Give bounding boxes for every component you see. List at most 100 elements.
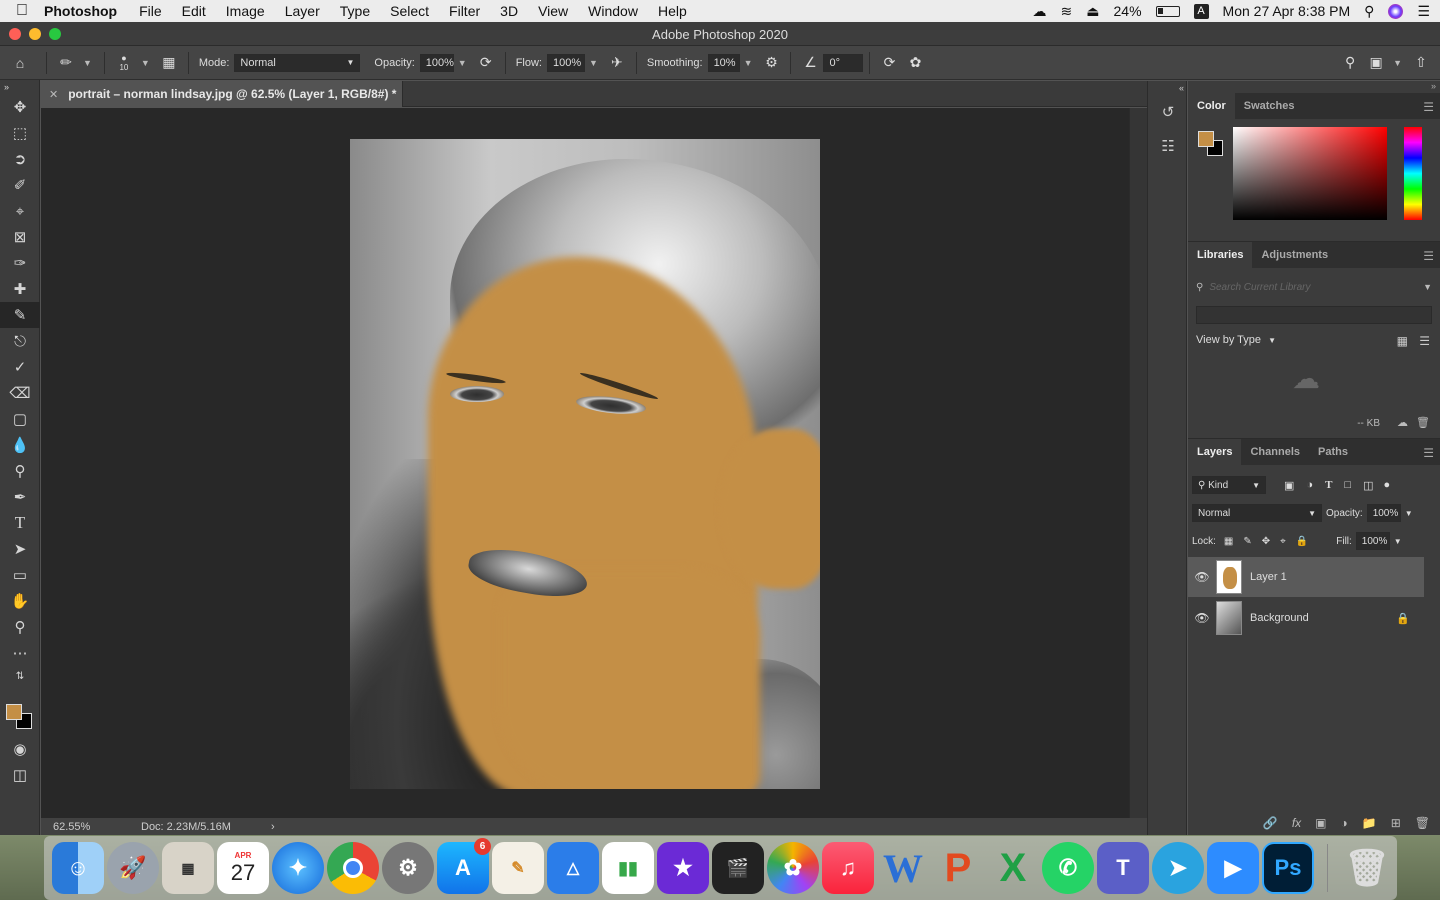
add-mask-icon[interactable]: ▣	[1315, 816, 1326, 830]
document-tab[interactable]: ✕ portrait – norman lindsay.jpg @ 62.5% …	[41, 81, 403, 107]
workspace-icon[interactable]: ▣	[1363, 50, 1389, 76]
keynote-icon[interactable]: △	[547, 842, 599, 894]
teams-icon[interactable]: T	[1097, 842, 1149, 894]
gear-icon[interactable]: ⚙	[758, 50, 784, 76]
spotlight-search-icon[interactable]: ⚲	[1364, 3, 1374, 20]
menu-edit[interactable]: Edit	[182, 3, 206, 19]
telegram-icon[interactable]: ➤	[1152, 842, 1204, 894]
move-tool-icon[interactable]: ✥	[0, 94, 40, 120]
link-layers-icon[interactable]: 🔗	[1263, 816, 1278, 830]
battery-percent[interactable]: 24%	[1114, 3, 1142, 19]
tab-libraries[interactable]: Libraries	[1188, 242, 1253, 268]
zoom-level[interactable]: 62.55%	[41, 821, 131, 833]
dodge-tool-icon[interactable]: ⚲	[0, 458, 40, 484]
lock-transparent-icon[interactable]: ▦	[1224, 536, 1233, 547]
marquee-tool-icon[interactable]: ⬚	[0, 120, 40, 146]
layer-row-layer-1[interactable]: 👁 Layer 1	[1188, 557, 1424, 597]
library-search[interactable]: ⚲ Search Current Library ▼	[1196, 278, 1432, 296]
layer-style-fx-icon[interactable]: fx	[1292, 816, 1301, 830]
path-selection-tool-icon[interactable]: ➤	[0, 536, 40, 562]
imovie-icon[interactable]: ★	[657, 842, 709, 894]
share-icon[interactable]: ⇧	[1408, 50, 1434, 76]
delete-layer-trash-icon[interactable]: 🗑	[1415, 816, 1430, 830]
visibility-eye-icon[interactable]: 👁	[1188, 570, 1216, 584]
grid-view-icon[interactable]: ▦	[1397, 334, 1408, 348]
brush-settings-icon[interactable]: ▦	[156, 50, 182, 76]
history-brush-tool-icon[interactable]: ✓	[0, 354, 40, 380]
tab-paths[interactable]: Paths	[1309, 439, 1357, 465]
type-tool-icon[interactable]: T	[0, 510, 40, 536]
chevron-down-icon[interactable]: ▼	[589, 58, 598, 68]
eyedropper-tool-icon[interactable]: ✑	[0, 250, 40, 276]
smoothing-input[interactable]: 10%	[707, 53, 740, 72]
swap-colors-icon[interactable]: ⇅	[0, 666, 40, 686]
adjustment-layer-filter-icon[interactable]: ◑	[1306, 479, 1313, 491]
view-by-type-dropdown[interactable]: View by Type ▼	[1196, 334, 1276, 346]
pen-tool-icon[interactable]: ✒	[0, 484, 40, 510]
vertical-scrollbar[interactable]	[1129, 108, 1147, 818]
system-preferences-icon[interactable]: ⚙	[382, 842, 434, 894]
history-panel-icon[interactable]: ↺	[1148, 95, 1188, 129]
lock-artboard-icon[interactable]: ⌖	[1280, 536, 1286, 547]
chevron-down-icon[interactable]: ▼	[744, 58, 753, 68]
color-panel-foreground-swatch[interactable]	[1198, 131, 1214, 147]
wifi-icon[interactable]: ≋	[1061, 3, 1073, 20]
rectangle-tool-icon[interactable]: ▭	[0, 562, 40, 588]
tab-layers[interactable]: Layers	[1188, 439, 1242, 465]
visibility-eye-icon[interactable]: 👁	[1188, 611, 1216, 625]
crop-tool-icon[interactable]: ⌖	[0, 198, 40, 224]
image-canvas[interactable]	[350, 139, 820, 789]
symmetry-icon[interactable]: ✿	[902, 50, 928, 76]
frame-tool-icon[interactable]: ⊠	[0, 224, 40, 250]
lock-icon[interactable]: 🔒	[1396, 612, 1410, 625]
pressure-opacity-icon[interactable]: ⟳	[473, 50, 499, 76]
hand-tool-icon[interactable]: ✋	[0, 588, 40, 614]
quick-mask-icon[interactable]: ◉	[0, 736, 40, 762]
calendar-icon[interactable]: APR 27	[217, 842, 269, 894]
finder-icon[interactable]: ☺	[52, 842, 104, 894]
chrome-icon[interactable]	[327, 842, 379, 894]
safari-icon[interactable]: ✦	[272, 842, 324, 894]
menu-layer[interactable]: Layer	[285, 3, 320, 19]
pixel-layer-filter-icon[interactable]: ▣	[1284, 479, 1294, 492]
airbrush-icon[interactable]: ✈	[604, 50, 630, 76]
angle-input[interactable]: 0°	[823, 53, 864, 72]
panel-menu-icon[interactable]: ☰	[1423, 249, 1434, 263]
shape-layer-filter-icon[interactable]: □	[1344, 479, 1351, 491]
calculator-icon[interactable]: ▦	[162, 842, 214, 894]
pressure-size-icon[interactable]: ⟳	[876, 50, 902, 76]
smart-object-filter-icon[interactable]: ◫	[1363, 479, 1373, 492]
healing-brush-tool-icon[interactable]: ✚	[0, 276, 40, 302]
brush-tool-icon[interactable]: ✎	[0, 302, 40, 328]
screen-mode-icon[interactable]: ◫	[0, 762, 40, 788]
properties-panel-icon[interactable]: ☷	[1148, 129, 1188, 163]
collapse-panels-icon[interactable]: «	[1148, 81, 1188, 95]
quick-selection-tool-icon[interactable]: ✐	[0, 172, 40, 198]
trash-icon[interactable]: 🗑	[1341, 842, 1393, 894]
input-source-icon[interactable]: A	[1193, 3, 1209, 19]
menu-filter[interactable]: Filter	[449, 3, 480, 19]
zoom-tool-icon[interactable]: ⚲	[0, 614, 40, 640]
menu-view[interactable]: View	[538, 3, 568, 19]
tab-color[interactable]: Color	[1188, 93, 1235, 119]
color-picker-field[interactable]	[1233, 127, 1387, 220]
panel-menu-icon[interactable]: ☰	[1423, 100, 1434, 114]
home-icon[interactable]: ⌂	[0, 50, 40, 76]
excel-icon[interactable]: X	[987, 842, 1039, 894]
hue-slider[interactable]	[1404, 127, 1422, 220]
app-store-icon[interactable]: A6	[437, 838, 491, 894]
new-layer-icon[interactable]: ⊞	[1391, 816, 1401, 830]
pages-icon[interactable]: ✎	[492, 842, 544, 894]
lock-position-icon[interactable]: ✥	[1262, 536, 1270, 547]
search-icon[interactable]: ⚲	[1337, 50, 1363, 76]
numbers-icon[interactable]: ▮▮	[602, 842, 654, 894]
word-icon[interactable]: W	[877, 842, 929, 894]
zoom-app-icon[interactable]: ▶	[1207, 842, 1259, 894]
cloud-sync-icon[interactable]: ☁	[1397, 416, 1408, 429]
library-select[interactable]	[1196, 306, 1432, 324]
menu-3d[interactable]: 3D	[500, 3, 518, 19]
expand-panels-icon[interactable]: »	[1188, 81, 1440, 93]
powerpoint-icon[interactable]: P	[932, 842, 984, 894]
battery-icon[interactable]	[1155, 5, 1180, 17]
layer-row-background[interactable]: 👁 Background 🔒	[1188, 598, 1424, 638]
